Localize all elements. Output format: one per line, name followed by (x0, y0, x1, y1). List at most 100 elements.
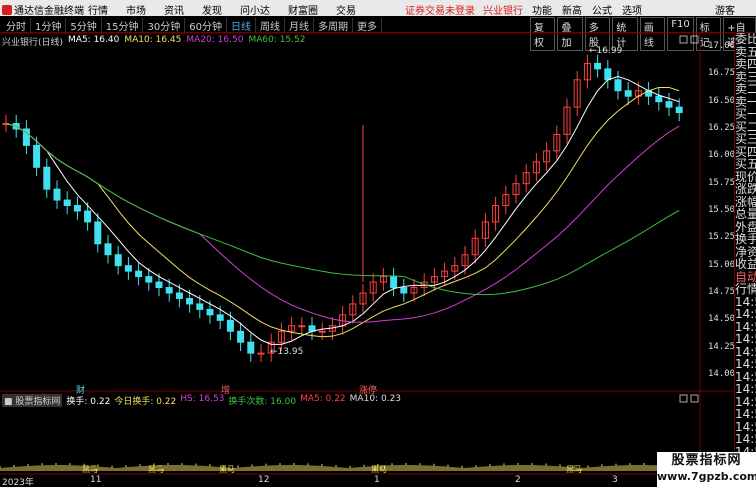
candle-body (614, 79, 622, 92)
sub-chart-legend: ■ 股票指标网 换手: 0.22 今日换手: 0.22 HS: 16.53 换手… (2, 394, 401, 407)
hs-value: HS: 16.53 (180, 394, 225, 404)
candle-body (104, 243, 112, 256)
price-tick: 16.25 (708, 123, 736, 133)
candle-body (257, 352, 265, 355)
quote-label: 收益 (735, 258, 756, 271)
indicator-badge[interactable]: ■ 股票指标网 (2, 394, 63, 407)
price-tick: 16.00 (708, 150, 736, 161)
quote-label: 14:5 (735, 433, 756, 446)
quote-label: 14:5 (735, 358, 756, 371)
sub-ma5-value: MA5: 0.22 (300, 394, 346, 404)
quote-label: 现价 (735, 170, 756, 183)
quote-label: 14:5 (735, 408, 756, 421)
low-price-value: 13.95 (277, 347, 304, 357)
date-label-feb: 2 (515, 475, 521, 485)
candle-body (114, 254, 122, 267)
price-tick: 15.75 (708, 177, 736, 188)
quote-label: 卖一 (735, 95, 756, 108)
ma5-line (5, 75, 680, 345)
price-tick: 14.75 (708, 287, 736, 297)
date-label-year: 2023年 (2, 478, 34, 487)
price-tick: 16.75 (708, 68, 736, 79)
ma60-line (5, 123, 680, 296)
price-tick: 15.00 (708, 259, 736, 270)
candle-body (594, 62, 602, 70)
date-label-dec: 12 (258, 475, 270, 485)
candle-body (298, 325, 306, 328)
quote-label: 14:5 (735, 345, 756, 358)
sub-restore-icon (679, 394, 688, 403)
quote-label: 14:5 (735, 320, 756, 333)
low-price-label: ←13.95 (270, 347, 304, 357)
candle-body (124, 265, 132, 272)
quote-label: 总量 (735, 208, 756, 221)
candle-body (604, 68, 612, 81)
candle-body (196, 303, 204, 310)
quote-label: 14:5 (735, 395, 756, 408)
quote-label: 14:5 (735, 370, 756, 383)
quote-label: 14:5 (735, 383, 756, 396)
today-turnover-value: 今日换手: 0.22 (114, 397, 177, 407)
candle-body (33, 144, 41, 168)
quote-label: 涨幅 (735, 195, 756, 208)
candle-body (135, 270, 143, 278)
quote-label: 自动 (735, 270, 756, 283)
quote-panel: 委比 卖五 卖四 卖三 卖二 卖一 买一 买二 买三 买四 买五 现价 涨跌 涨幅 总量 外盘 换手 净资 收益 自动… (734, 33, 756, 483)
quote-label: 卖二 (735, 83, 756, 96)
candle-body (237, 330, 245, 343)
candle-body (247, 341, 255, 354)
candle-body (165, 287, 173, 294)
quote-label: 卖四 (735, 58, 756, 71)
quote-label: 外盘 (735, 220, 756, 233)
quote-label: 14:5 (735, 308, 756, 321)
candle-body (155, 281, 163, 289)
price-tick: 15.50 (708, 205, 736, 215)
ma20-line (5, 123, 680, 323)
candle-body (226, 319, 234, 332)
watermark: 股票指标网 www.7gpzb.com (657, 452, 756, 487)
quote-label: 涨跌 (735, 183, 756, 196)
quote-label: 买二 (735, 120, 756, 133)
kline-chart[interactable] (0, 0, 734, 487)
candle-body (624, 90, 632, 97)
quote-label: 卖三 (735, 70, 756, 83)
high-price-value: 16.99 (596, 46, 623, 56)
quote-label: 14:5 (735, 333, 756, 346)
price-tick: 14.25 (708, 341, 736, 352)
quote-label: 委比 (735, 33, 756, 46)
candle-body (53, 188, 61, 201)
turnover-count-value: 换手次数: 16.00 (228, 397, 297, 407)
price-tick: 14.00 (708, 369, 736, 379)
candle-body (206, 308, 214, 316)
quote-label: 行情 (735, 283, 756, 296)
quote-label: 买一 (735, 108, 756, 121)
price-tick: 17.00 (708, 41, 736, 51)
date-label-mar: 3 (612, 475, 618, 485)
indicator-name: 股票指标网 (15, 397, 61, 407)
quote-label: 卖五 (735, 45, 756, 58)
candle-body (216, 314, 224, 321)
price-tick: 16.50 (708, 95, 736, 106)
watermark-title: 股票指标网 (671, 453, 742, 468)
candle-body (655, 95, 663, 103)
quote-label: 买三 (735, 133, 756, 146)
candle-body (63, 199, 71, 207)
candle-body (84, 210, 92, 223)
sub-ma10-value: MA10: 0.23 (349, 394, 401, 404)
quote-label: 换手 (735, 233, 756, 246)
candle-body (43, 166, 51, 190)
candle-body (318, 330, 326, 333)
quote-label: 净资 (735, 245, 756, 258)
date-label-nov: 11 (90, 475, 102, 485)
candle-body (186, 297, 194, 305)
candle-body (94, 221, 102, 245)
price-tick: 15.25 (708, 232, 736, 243)
quote-label: 买四 (735, 145, 756, 158)
quote-label: 14:5 (735, 420, 756, 433)
quote-label: 买五 (735, 158, 756, 171)
panel-restore-icon (679, 35, 688, 44)
sub-maximize-icon (690, 394, 699, 403)
high-price-label: ←16.99 (589, 46, 623, 56)
quote-label: 14:5 (735, 295, 756, 308)
price-tick: 14.50 (708, 314, 736, 325)
